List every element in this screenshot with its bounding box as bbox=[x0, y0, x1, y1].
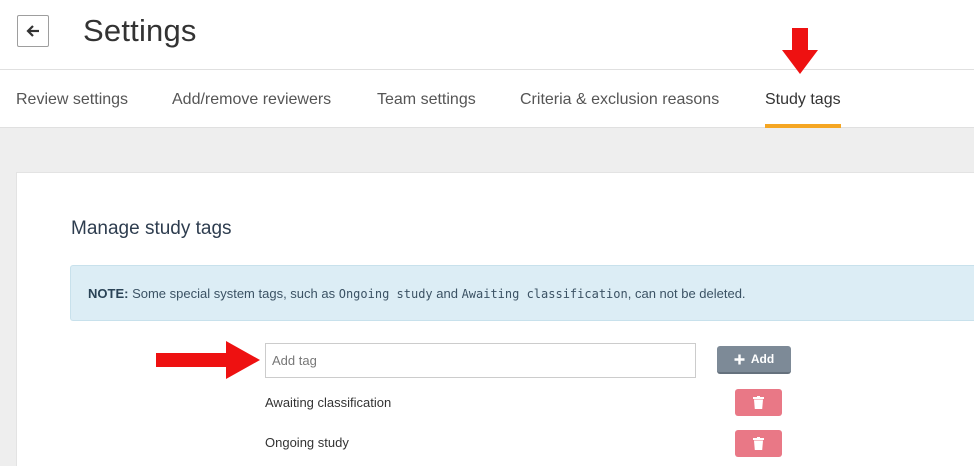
tab-add-remove-reviewers[interactable]: Add/remove reviewers bbox=[172, 70, 331, 128]
annotation-arrow-down-icon bbox=[782, 28, 818, 74]
trash-icon bbox=[753, 437, 764, 450]
arrow-left-icon bbox=[26, 25, 39, 37]
delete-tag-button[interactable] bbox=[735, 389, 782, 416]
add-tag-input[interactable] bbox=[265, 343, 696, 378]
trash-icon bbox=[753, 396, 764, 409]
settings-page: Settings Review settings Add/remove revi… bbox=[0, 0, 974, 466]
tab-review-settings[interactable]: Review settings bbox=[16, 70, 128, 128]
note-text-before: Some special system tags, such as bbox=[128, 286, 339, 301]
note-text-after: , can not be deleted. bbox=[627, 286, 746, 301]
add-button-label: Add bbox=[750, 352, 775, 366]
tag-label-awaiting-classification: Awaiting classification bbox=[265, 395, 392, 410]
page-title: Settings bbox=[83, 13, 197, 48]
note-text-middle: and bbox=[432, 286, 462, 301]
tab-study-tags-label: Study tags bbox=[765, 91, 841, 108]
annotation-arrow-right-icon bbox=[156, 341, 260, 379]
tab-team-settings[interactable]: Team settings bbox=[377, 70, 476, 128]
tag-label-ongoing-study: Ongoing study bbox=[265, 435, 349, 450]
page-header: Settings bbox=[0, 0, 974, 60]
tab-criteria-exclusion-reasons[interactable]: Criteria & exclusion reasons bbox=[520, 70, 719, 128]
note-text: NOTE: Some special system tags, such as … bbox=[88, 266, 746, 322]
note-label: NOTE: bbox=[88, 286, 129, 301]
note-code-awaiting: Awaiting classification bbox=[461, 287, 628, 301]
note-code-ongoing: Ongoing study bbox=[338, 287, 433, 301]
back-button[interactable] bbox=[17, 15, 49, 47]
settings-tabs: Review settings Add/remove reviewers Tea… bbox=[0, 69, 974, 128]
section-title: Manage study tags bbox=[71, 218, 232, 239]
note-alert: NOTE: Some special system tags, such as … bbox=[70, 265, 974, 321]
delete-tag-button[interactable] bbox=[735, 430, 782, 457]
plus-icon bbox=[734, 354, 745, 364]
tab-study-tags[interactable]: Study tags bbox=[765, 70, 841, 128]
add-tag-button[interactable]: Add bbox=[717, 346, 791, 374]
